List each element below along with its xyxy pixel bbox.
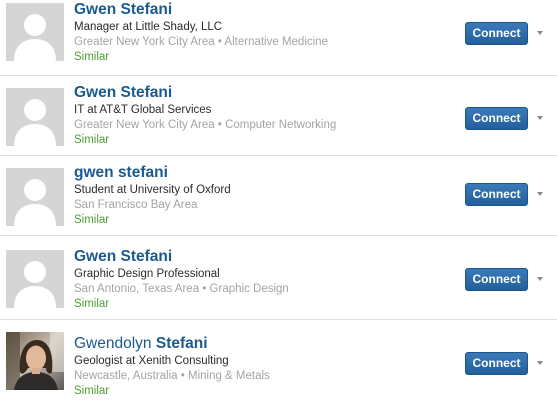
member-location-industry: San Antonio, Texas Area • Graphic Design — [74, 282, 437, 297]
last-name: stefani — [117, 164, 168, 181]
member-industry: Alternative Medicine — [224, 36, 328, 48]
connect-button[interactable]: Connect — [465, 183, 528, 206]
member-headline: Student at University of Oxford — [74, 184, 231, 196]
profile-photo[interactable] — [6, 332, 64, 390]
chevron-down-icon[interactable] — [537, 31, 543, 35]
first-name: Gwen — [74, 84, 117, 101]
similar-link[interactable]: Similar — [74, 384, 437, 399]
last-name: Stefani — [120, 84, 173, 101]
member-industry: Mining & Metals — [187, 370, 270, 382]
separator: • — [217, 119, 222, 131]
chevron-down-icon[interactable] — [537, 116, 543, 120]
member-industry: Graphic Design — [209, 283, 289, 295]
member-location: Greater New York City Area — [74, 119, 215, 131]
avatar-placeholder-icon[interactable] — [6, 3, 64, 61]
similar-link[interactable]: Similar — [74, 213, 437, 228]
first-name: Gwen — [74, 248, 117, 265]
avatar-placeholder-icon[interactable] — [6, 168, 64, 226]
member-headline: IT at AT&T Global Services — [74, 104, 212, 116]
result-row: Gwen Stefani Manager at Little Shady, LL… — [0, 0, 557, 76]
separator: • — [180, 370, 185, 382]
member-name-link[interactable]: Gwen Stefani — [74, 0, 437, 20]
member-name-link[interactable]: Gwen Stefani — [74, 83, 437, 103]
member-location: Greater New York City Area — [74, 36, 215, 48]
similar-link[interactable]: Similar — [74, 50, 437, 65]
member-location: San Antonio, Texas Area — [74, 283, 200, 295]
connect-button[interactable]: Connect — [465, 22, 528, 45]
member-location: San Francisco Bay Area — [74, 199, 198, 211]
chevron-down-icon[interactable] — [537, 361, 543, 365]
member-location: Newcastle, Australia — [74, 370, 178, 382]
similar-link[interactable]: Similar — [74, 133, 437, 148]
result-row: Gwen Stefani Graphic Design Professional… — [0, 236, 557, 320]
chevron-down-icon[interactable] — [537, 192, 543, 196]
member-name-link[interactable]: gwen stefani — [74, 163, 437, 183]
connect-button[interactable]: Connect — [465, 107, 528, 130]
search-results-list: Gwen Stefani Manager at Little Shady, LL… — [0, 0, 557, 400]
separator: • — [202, 283, 207, 295]
member-headline: Graphic Design Professional — [74, 268, 220, 280]
separator: • — [217, 36, 222, 48]
first-name: gwen — [74, 164, 114, 181]
avatar-placeholder-icon[interactable] — [6, 88, 64, 146]
result-row: Gwen Stefani IT at AT&T Global Services … — [0, 76, 557, 156]
connect-button[interactable]: Connect — [465, 268, 528, 291]
member-location-industry: Newcastle, Australia • Mining & Metals — [74, 369, 437, 384]
member-location-industry: Greater New York City Area • Computer Ne… — [74, 118, 437, 133]
last-name: Stefani — [155, 335, 208, 352]
member-industry: Computer Networking — [225, 119, 337, 131]
connect-button[interactable]: Connect — [465, 352, 528, 375]
last-name: Stefani — [120, 1, 173, 18]
similar-link[interactable]: Similar — [74, 297, 437, 312]
member-name-link[interactable]: Gwen Stefani — [74, 247, 437, 267]
member-headline: Manager at Little Shady, LLC — [74, 21, 223, 33]
member-location-industry: Greater New York City Area • Alternative… — [74, 35, 437, 50]
result-row: gwen stefani Student at University of Ox… — [0, 156, 557, 236]
first-name: Gwen — [74, 1, 117, 18]
first-name: Gwendolyn — [74, 335, 152, 352]
member-headline: Geologist at Xenith Consulting — [74, 355, 229, 367]
member-name-link[interactable]: Gwendolyn Stefani — [74, 334, 437, 354]
last-name: Stefani — [120, 248, 173, 265]
result-row: Gwendolyn Stefani Geologist at Xenith Co… — [0, 320, 557, 400]
avatar-placeholder-icon[interactable] — [6, 250, 64, 308]
chevron-down-icon[interactable] — [537, 277, 543, 281]
